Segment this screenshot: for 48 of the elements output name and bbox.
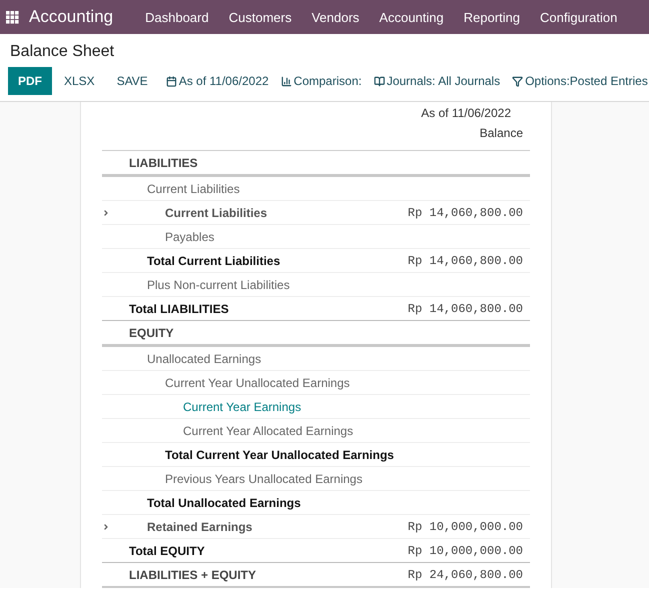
amount-cell-text: Rp 14,060,800.00: [408, 254, 524, 268]
menu-item[interactable]: Accounting: [369, 10, 454, 24]
primary-button[interactable]: PDF: [8, 67, 52, 95]
row-label: Current Year Unallocated Earnings: [165, 376, 350, 390]
menu-item[interactable]: Configuration: [530, 10, 628, 24]
export-button[interactable]: SAVE: [106, 67, 158, 95]
row-label: Plus Non-current Liabilities: [147, 278, 290, 292]
caret-icon[interactable]: [102, 208, 110, 216]
filter-button[interactable]: Comparison:: [274, 67, 368, 95]
row-label[interactable]: Current Liabilities: [165, 206, 268, 220]
row-label: LIABILITIES: [129, 156, 198, 170]
row-label: Total Current Liabilities: [147, 254, 280, 268]
menu-item[interactable]: Dashboard: [135, 10, 219, 24]
caret-icon[interactable]: [102, 522, 110, 530]
row-label: Unallocated Earnings: [147, 352, 262, 366]
amount-cell-text: Rp 10,000,000.00: [408, 544, 524, 558]
page-title: Balance Sheet: [9, 42, 116, 62]
row-label: Previous Years Unallocated Earnings: [165, 472, 362, 486]
row-label: EQUITY: [129, 326, 174, 340]
row-label: Total EQUITY: [129, 544, 205, 558]
filter-button[interactable]: Journals: All Journals: [368, 67, 506, 95]
amount-cell-text: Rp 14,060,800.00: [408, 206, 524, 220]
amount-cell-text: Rp 14,060,800.00: [408, 302, 524, 316]
export-button[interactable]: XLSX: [54, 67, 105, 95]
account-link[interactable]: Current Year Earnings: [183, 400, 302, 414]
menu-item[interactable]: Reporting: [454, 10, 530, 24]
row-label: Total Current Year Unallocated Earnings: [165, 448, 394, 462]
menu-item[interactable]: Vendors: [302, 10, 370, 24]
amount-cell-text: Rp 10,000,000.00: [408, 520, 524, 534]
column-heading: Balance: [480, 126, 523, 140]
bar-chart-icon: [280, 76, 292, 86]
filter-button[interactable]: As of 11/06/2022: [160, 67, 275, 95]
row-label: Current Year Allocated Earnings: [183, 424, 354, 438]
app-title[interactable]: Accounting: [29, 7, 114, 27]
row-label[interactable]: Retained Earnings: [147, 520, 252, 534]
row-label: Total Unallocated Earnings: [147, 496, 301, 510]
row-label: Total LIABILITIES: [129, 302, 229, 316]
row-label: Current Liabilities: [147, 182, 240, 196]
apps-icon[interactable]: [6, 10, 19, 24]
book-icon: [374, 76, 385, 86]
period-heading: As of 11/06/2022: [421, 106, 511, 120]
row-label: LIABILITIES + EQUITY: [129, 568, 256, 582]
row-label: Payables: [165, 230, 214, 244]
filter-icon: [512, 76, 524, 86]
calendar-icon: [166, 76, 177, 86]
filter-button[interactable]: Options:Posted Entries: [506, 67, 649, 95]
menu-item[interactable]: Customers: [218, 10, 302, 24]
amount-cell-text: Rp 24,060,800.00: [408, 568, 524, 582]
